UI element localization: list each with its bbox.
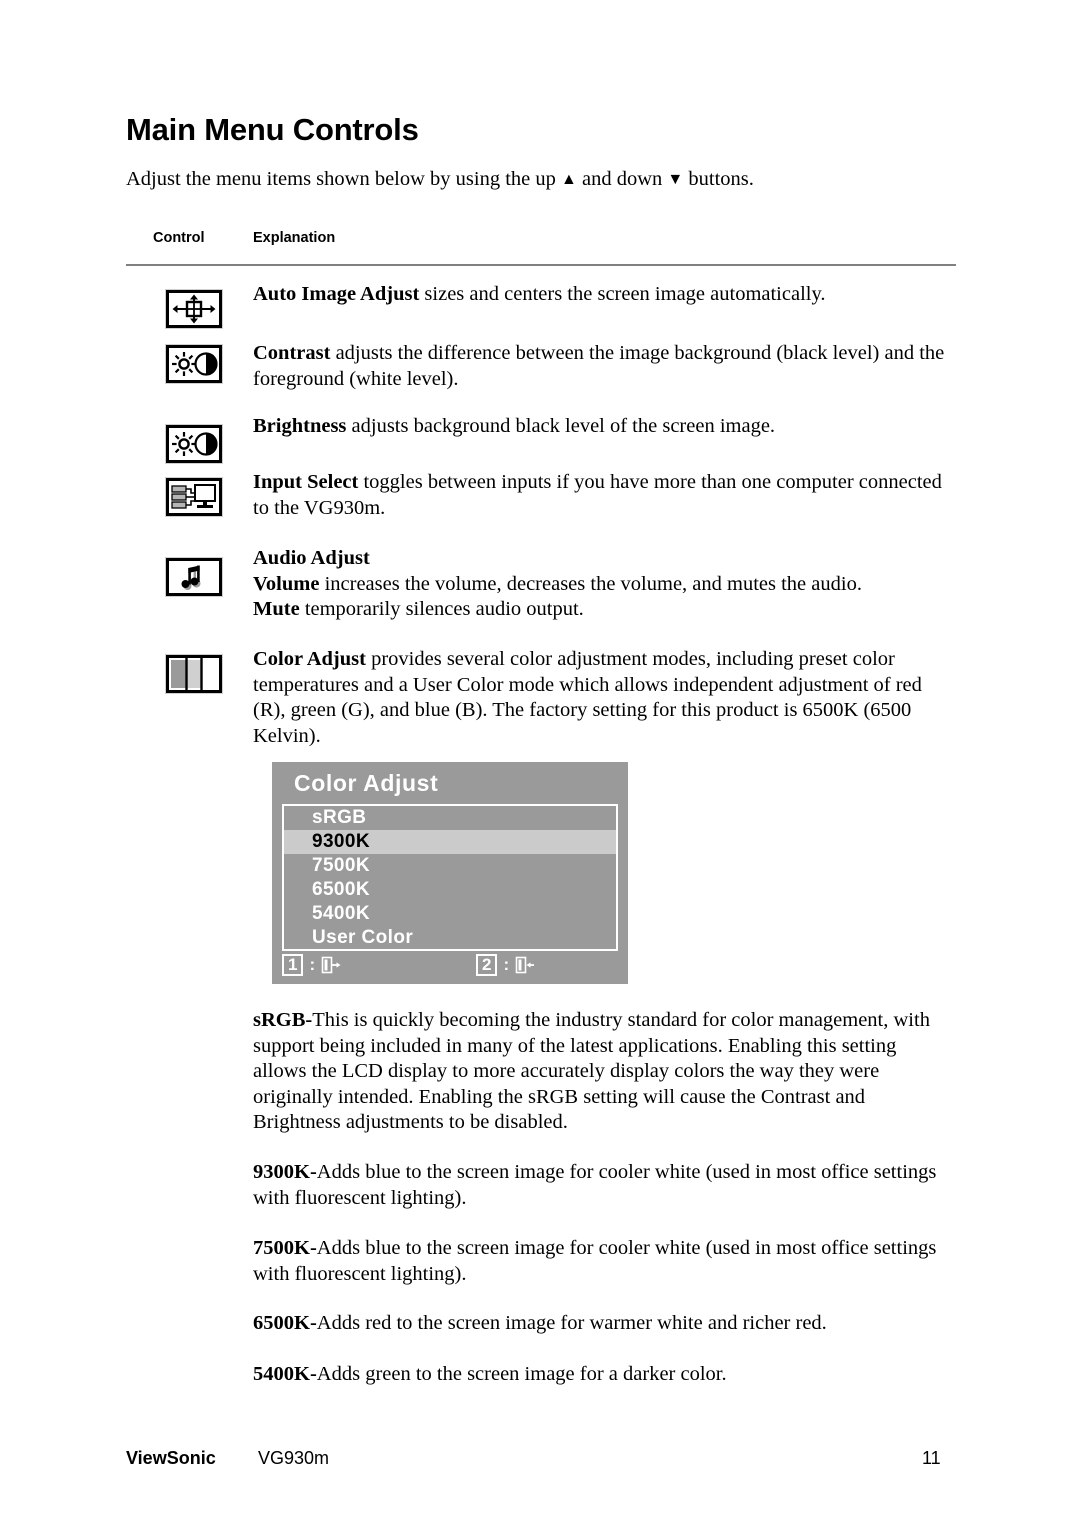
heading-audio-adjust: Audio Adjust [253, 547, 370, 569]
color-bars-glyph [171, 658, 217, 690]
term-6500k: 6500K- [253, 1312, 317, 1334]
term-auto-image-adjust: Auto Image Adjust [253, 283, 420, 305]
intro-text-mid: and down [576, 168, 668, 190]
term-srgb: sRGB- [253, 1009, 313, 1031]
term-9300k: 9300K- [253, 1161, 317, 1183]
desc-brightness: adjusts background black level of the sc… [346, 415, 776, 437]
osd-item-7500k[interactable]: 7500K [284, 854, 616, 878]
exit-left-icon [515, 956, 535, 974]
desc-9300k: Adds blue to the screen image for cooler… [253, 1161, 937, 1209]
brightness-icon [165, 424, 226, 465]
row-text-input-select: Input Select toggles between inputs if y… [253, 470, 953, 521]
audio-adjust-heading: Audio Adjust [253, 546, 953, 572]
row-text-color-adjust: Color Adjust provides several color adju… [253, 647, 953, 749]
desc-auto-image-adjust: sizes and centers the screen image autom… [419, 283, 826, 305]
paragraph-srgb: sRGB-This is quickly becoming the indust… [253, 1008, 953, 1136]
desc-contrast: adjusts the difference between the image… [253, 342, 945, 390]
term-color-adjust: Color Adjust [253, 648, 366, 670]
music-note-icon [181, 565, 201, 590]
osd-button-2-colon: : [503, 955, 510, 974]
page-title: Main Menu Controls [126, 112, 419, 147]
term-mute: Mute [253, 598, 300, 620]
intro-text-after: buttons. [683, 168, 754, 190]
term-input-select: Input Select [253, 471, 359, 493]
input-select-icon [165, 477, 226, 518]
document-page: Main Menu Controls Adjust the menu items… [0, 0, 1080, 1527]
input-select-glyph [171, 484, 216, 509]
intro-paragraph: Adjust the menu items shown below by usi… [126, 168, 754, 191]
paragraph-5400k: 5400K-Adds green to the screen image for… [253, 1362, 953, 1388]
intro-text-before: Adjust the menu items shown below by usi… [126, 168, 562, 190]
contrast-glyph [172, 352, 218, 376]
column-header-control: Control [153, 230, 205, 246]
osd-menu-title: Color Adjust [294, 770, 439, 796]
audio-adjust-icon [165, 557, 226, 598]
paragraph-6500k: 6500K-Adds red to the screen image for w… [253, 1311, 953, 1337]
paragraph-9300k: 9300K-Adds blue to the screen image for … [253, 1160, 953, 1211]
up-triangle-icon: ▲ [561, 171, 577, 188]
row-text-auto-image-adjust: Auto Image Adjust sizes and centers the … [253, 282, 953, 308]
brightness-glyph [172, 432, 218, 456]
desc-mute: temporarily silences audio output. [299, 598, 584, 620]
row-text-brightness: Brightness adjusts background black leve… [253, 414, 953, 440]
osd-item-9300k[interactable]: 9300K [284, 830, 616, 854]
row-text-audio-adjust: Audio Adjust Volume increases the volume… [253, 546, 953, 623]
audio-adjust-mute-line: Mute temporarily silences audio output. [253, 597, 953, 623]
osd-button-1-colon: : [309, 955, 316, 974]
auto-image-adjust-icon [165, 289, 226, 330]
osd-item-5400k[interactable]: 5400K [284, 902, 616, 926]
header-divider [126, 264, 956, 266]
footer-page-number: 11 [922, 1448, 941, 1468]
contrast-icon [165, 344, 226, 385]
osd-button-1-hint: 1 : [282, 954, 341, 976]
down-triangle-icon: ▼ [667, 171, 684, 188]
term-5400k: 5400K- [253, 1363, 317, 1385]
osd-menu-list: sRGB 9300K 7500K 6500K 5400K User Color [282, 804, 618, 951]
osd-button-1-number: 1 [282, 954, 304, 976]
osd-footer: 1 : 2 : [280, 954, 620, 980]
desc-srgb: This is quickly becoming the industry st… [253, 1009, 930, 1133]
desc-7500k: Adds blue to the screen image for cooler… [253, 1237, 937, 1285]
osd-color-adjust-menu: Color Adjust sRGB 9300K 7500K 6500K 5400… [272, 762, 628, 984]
footer-brand: ViewSonic [126, 1448, 216, 1468]
auto-image-adjust-glyph [172, 294, 216, 324]
term-7500k: 7500K- [253, 1237, 317, 1259]
paragraph-7500k: 7500K-Adds blue to the screen image for … [253, 1236, 953, 1287]
desc-6500k: Adds red to the screen image for warmer … [316, 1312, 827, 1334]
osd-item-user-color[interactable]: User Color [284, 926, 616, 949]
term-contrast: Contrast [253, 342, 331, 364]
osd-item-srgb[interactable]: sRGB [284, 806, 616, 830]
row-text-contrast: Contrast adjusts the difference between … [253, 341, 953, 392]
color-adjust-icon [165, 654, 226, 695]
desc-volume: increases the volume, decreases the volu… [319, 572, 862, 595]
term-volume: Volume [253, 572, 320, 595]
osd-button-2-number: 2 [476, 954, 498, 976]
audio-adjust-volume-line: Volume increases the volume, decreases t… [253, 572, 953, 598]
desc-5400k: Adds green to the screen image for a dar… [316, 1363, 727, 1385]
exit-right-icon [321, 956, 341, 974]
term-brightness: Brightness [253, 415, 347, 437]
osd-item-6500k[interactable]: 6500K [284, 878, 616, 902]
footer-model: VG930m [258, 1448, 330, 1468]
osd-button-2-hint: 2 : [476, 954, 535, 976]
column-header-explanation: Explanation [253, 230, 336, 246]
